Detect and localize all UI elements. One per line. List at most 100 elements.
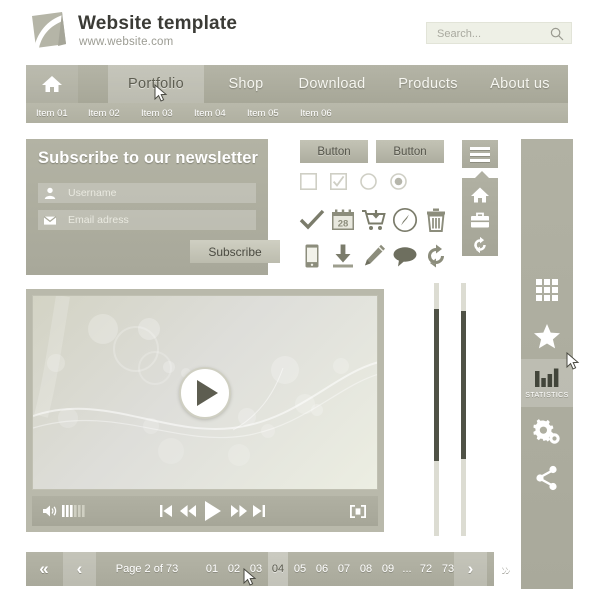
button-primary[interactable]: Button — [300, 140, 368, 163]
sidebar-item-share[interactable] — [521, 457, 573, 499]
shopping-cart-icon[interactable] — [361, 207, 387, 233]
hamburger-menu-button[interactable] — [462, 140, 498, 168]
pagination-page-01[interactable]: 01 — [202, 552, 222, 586]
envelope-icon — [43, 216, 57, 225]
radio-selected[interactable] — [390, 173, 407, 195]
pencil-icon[interactable] — [361, 243, 387, 269]
speech-bubble-icon[interactable] — [392, 243, 418, 269]
share-icon — [536, 465, 557, 491]
mobile-phone-icon[interactable] — [299, 243, 325, 269]
calendar-icon[interactable]: 28 — [330, 207, 356, 233]
sub-nav-item-3[interactable]: Item 03 — [141, 103, 173, 123]
pencil-glyph — [365, 244, 385, 266]
nav-item-shop[interactable]: Shop — [211, 65, 281, 103]
button-secondary[interactable]: Button — [376, 140, 444, 163]
play-button-overlay[interactable] — [179, 366, 231, 419]
download-icon[interactable] — [330, 243, 356, 269]
vertical-slider-right[interactable] — [461, 283, 466, 536]
compass-icon[interactable] — [392, 207, 418, 233]
check-icon[interactable] — [299, 207, 325, 233]
dropdown-panel — [462, 178, 498, 256]
username-field[interactable] — [38, 183, 256, 203]
sub-nav-item-2[interactable]: Item 02 — [88, 103, 120, 123]
fullscreen-icon[interactable] — [350, 505, 366, 518]
pagination-ellipsis: ... — [402, 563, 412, 575]
cart-glyph — [362, 210, 386, 230]
pagination-page-07[interactable]: 07 — [334, 552, 354, 586]
calendar-day-number: 28 — [338, 219, 349, 230]
radio-filled-icon — [390, 173, 407, 190]
checkbox-checked-icon — [330, 173, 347, 190]
email-field[interactable] — [38, 210, 256, 230]
compass-glyph — [392, 207, 418, 233]
volume-icon[interactable] — [42, 504, 58, 518]
right-sidebar: STATISTICS — [521, 139, 573, 589]
hamburger-line — [470, 159, 490, 162]
sub-nav-item-6[interactable]: Item 06 — [300, 103, 332, 123]
sidebar-item-label: STATISTICS — [525, 392, 569, 399]
radio-empty-icon — [360, 173, 377, 190]
pagination-page-72[interactable]: 72 — [416, 552, 436, 586]
header: Website template www.website.com — [0, 0, 600, 62]
dropdown-item-briefcase[interactable] — [470, 211, 490, 231]
play-icon — [197, 379, 218, 406]
nav-item-products[interactable]: Products — [383, 65, 473, 103]
dropdown-item-home[interactable] — [470, 186, 490, 206]
checkbox-checked[interactable] — [330, 173, 347, 195]
site-logo-icon — [32, 12, 66, 48]
rewind-icon[interactable] — [180, 505, 196, 517]
sidebar-item-favorites[interactable] — [521, 315, 573, 357]
video-screen[interactable] — [32, 295, 378, 490]
nav-top-row: Portfolio Shop Download Products About u… — [26, 65, 568, 103]
nav-item-about-us[interactable]: About us — [474, 65, 566, 103]
fast-forward-icon[interactable] — [231, 505, 247, 517]
pagination-page-03[interactable]: 03 — [246, 552, 266, 586]
email-input[interactable] — [66, 210, 250, 230]
sub-nav-item-4[interactable]: Item 04 — [194, 103, 226, 123]
search-box[interactable] — [426, 22, 572, 45]
sidebar-item-grid[interactable] — [521, 269, 573, 311]
pagination-page-08[interactable]: 08 — [356, 552, 376, 586]
vertical-slider-left[interactable] — [434, 283, 439, 536]
checkbox-unchecked[interactable] — [300, 173, 317, 195]
sidebar-item-statistics[interactable]: STATISTICS — [521, 359, 573, 407]
pagination-page-05[interactable]: 05 — [290, 552, 310, 586]
radio-unselected[interactable] — [360, 173, 377, 195]
refresh-glyph — [428, 244, 444, 268]
pagination-first-button[interactable]: « — [26, 552, 62, 586]
nav-sub-row: Item 01 Item 02 Item 03 Item 04 Item 05 … — [26, 103, 568, 123]
trash-icon[interactable] — [423, 207, 449, 233]
main-navigation: Portfolio Shop Download Products About u… — [26, 65, 568, 123]
username-input[interactable] — [66, 183, 250, 203]
sub-nav-item-1[interactable]: Item 01 — [36, 103, 68, 123]
sidebar-item-settings[interactable] — [521, 411, 573, 453]
refresh-icon[interactable] — [423, 243, 449, 269]
phone-glyph — [305, 244, 319, 268]
nav-item-portfolio[interactable]: Portfolio — [108, 65, 204, 103]
volume-level-bars[interactable] — [62, 503, 86, 519]
dropdown-item-refresh[interactable] — [470, 236, 490, 256]
skip-previous-icon[interactable] — [160, 505, 172, 517]
pagination-next-button[interactable]: › — [454, 552, 487, 586]
video-controls-bar — [32, 496, 378, 526]
pagination-page-06[interactable]: 06 — [312, 552, 332, 586]
sub-nav-item-5[interactable]: Item 05 — [247, 103, 279, 123]
pagination-last-button[interactable]: » — [488, 552, 524, 586]
pagination-prev-button[interactable]: ‹ — [63, 552, 96, 586]
slider-thumb[interactable] — [434, 309, 439, 461]
star-icon — [534, 323, 560, 348]
newsletter-panel: Subscribe to our newsletter Subscribe — [26, 139, 280, 275]
pagination-page-02[interactable]: 02 — [224, 552, 244, 586]
search-icon[interactable] — [550, 27, 564, 41]
slider-thumb[interactable] — [461, 311, 466, 459]
nav-item-download[interactable]: Download — [282, 65, 382, 103]
pagination-page-09[interactable]: 09 — [378, 552, 398, 586]
skip-next-icon[interactable] — [253, 505, 265, 517]
play-icon-bar[interactable] — [204, 501, 222, 521]
sub-nav-label: Item 03 — [141, 107, 173, 119]
pagination-page-04[interactable]: 04 — [268, 552, 288, 586]
subscribe-button[interactable]: Subscribe — [190, 240, 280, 263]
search-input[interactable] — [435, 23, 543, 45]
hamburger-line — [470, 153, 490, 156]
nav-item-home[interactable] — [26, 65, 78, 103]
